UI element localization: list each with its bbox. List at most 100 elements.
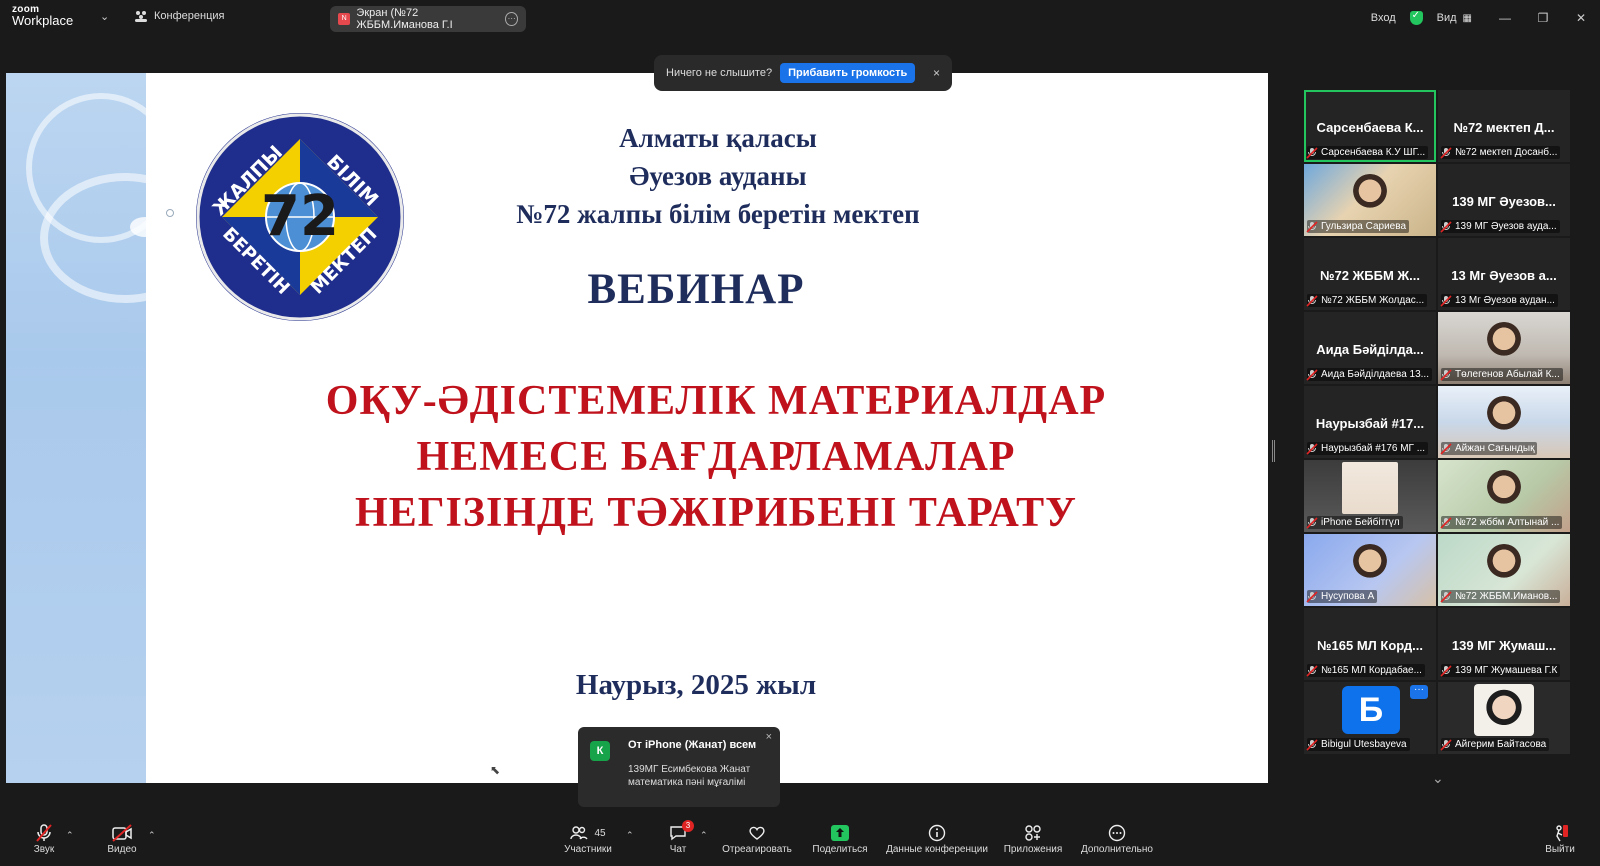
mic-muted-icon xyxy=(1306,294,1318,307)
title-bar: zoom Workplace ⌄ Конференция N Экран (№7… xyxy=(0,0,1600,36)
participant-name: Сарсенбаева К... xyxy=(1316,120,1424,135)
apps-icon xyxy=(1000,822,1066,844)
mic-muted-icon xyxy=(1306,442,1318,455)
participant-tile[interactable]: Гульзира Сариева xyxy=(1304,164,1436,236)
close-icon[interactable]: ✕ xyxy=(1562,11,1600,25)
participant-tile[interactable]: 13 Мг Әуезов а... 13 Мг Әуезов аудан... xyxy=(1438,238,1570,310)
participant-name: Наурызбай #17... xyxy=(1315,416,1425,431)
chat-options-icon[interactable]: ⌃ xyxy=(700,830,708,841)
participant-tile[interactable]: 139 МГ Жумаш... 139 МГ Жумашева Г.К xyxy=(1438,608,1570,680)
chat-button[interactable]: 3 Чат xyxy=(660,820,696,855)
participant-tile[interactable]: Аида Бәйділда... Аида Бәйділдаева 13... xyxy=(1304,312,1436,384)
slide-main-title: ОҚУ-ӘДІСТЕМЕЛІК МАТЕРИАЛДАР НЕМЕСЕ БАҒДА… xyxy=(246,373,1186,541)
audio-label: Звук xyxy=(33,844,55,855)
participant-name: 139 МГ Жумаш... xyxy=(1451,638,1557,653)
participant-name: 139 МГ Әуезов... xyxy=(1452,194,1556,209)
participant-video xyxy=(1474,684,1534,736)
audio-notice-text: Ничего не слышите? xyxy=(666,67,773,79)
participant-tile[interactable]: 139 МГ Әуезов... 139 МГ Әуезов ауда... xyxy=(1438,164,1570,236)
participant-video xyxy=(1484,470,1524,518)
restore-icon[interactable]: ❐ xyxy=(1524,11,1562,25)
participant-tile[interactable]: iPhone Бейбітгүл xyxy=(1304,460,1436,532)
more-button[interactable]: Дополнительно xyxy=(1076,822,1158,855)
video-options-icon[interactable]: ⌃ xyxy=(148,830,156,841)
slide-line3: №72 жалпы білім беретін мектеп xyxy=(516,199,920,229)
participant-name: №165 МЛ Корд... xyxy=(1317,638,1423,653)
participants-button[interactable]: 45 Участники xyxy=(556,822,620,855)
video-label: Видео xyxy=(107,844,137,855)
chat-label: Чат xyxy=(669,844,687,855)
video-off-icon xyxy=(100,822,144,844)
mic-muted-icon xyxy=(1440,516,1452,529)
conference-label: Конференция xyxy=(154,10,225,22)
screen-share-label: Экран (№72 ЖББМ.Иманова Г.I xyxy=(356,7,453,31)
participant-name: №72 мектеп Д... xyxy=(1453,120,1555,135)
participant-label: №72 мектеп Досанб... xyxy=(1441,146,1561,159)
chevron-down-icon[interactable]: ⌄ xyxy=(1432,770,1444,787)
mic-muted-icon xyxy=(1306,220,1318,233)
participant-video xyxy=(1484,544,1524,592)
participant-label: №72 ЖББМ Жолдас... xyxy=(1307,294,1428,307)
minimize-icon[interactable]: — xyxy=(1486,11,1524,25)
participant-tile[interactable]: №72 мектеп Д... №72 мектеп Досанб... xyxy=(1438,90,1570,162)
slide-red-line1: ОҚУ-ӘДІСТЕМЕЛІК МАТЕРИАЛДАР xyxy=(325,378,1107,424)
school-emblem: 72 ЖАЛПЫ БІЛІМ БЕРЕТІН МЕКТЕП xyxy=(196,113,404,321)
more-options-icon[interactable]: ··· xyxy=(1410,685,1428,699)
participant-tile[interactable]: Б ··· Bibigul Utesbayeva xyxy=(1304,682,1436,754)
conference-button[interactable]: Конференция xyxy=(134,10,224,22)
leave-label: Выйти xyxy=(1545,844,1575,855)
video-button[interactable]: Видео xyxy=(100,822,144,855)
leave-icon xyxy=(1540,822,1580,844)
participant-tile[interactable]: №165 МЛ Корд... №165 МЛ Кордабае... xyxy=(1304,608,1436,680)
audio-button[interactable]: Звук xyxy=(24,822,64,855)
view-button[interactable]: Вид ▦ xyxy=(1437,12,1472,24)
conference-icon xyxy=(135,11,147,22)
participant-video xyxy=(1350,544,1390,592)
participant-tile[interactable]: Айжан Сағындық xyxy=(1438,386,1570,458)
apps-label: Приложения xyxy=(1003,844,1063,855)
participant-tile[interactable]: Нусупова А xyxy=(1304,534,1436,606)
participant-name: Аида Бәйділда... xyxy=(1316,342,1424,357)
chevron-down-icon[interactable]: ⌄ xyxy=(100,10,109,23)
react-label: Отреагировать xyxy=(722,844,792,855)
participant-name: №72 ЖББМ Ж... xyxy=(1319,268,1421,283)
chat-unread-badge: 3 xyxy=(682,820,694,832)
participant-video xyxy=(1350,174,1390,222)
mic-muted-icon xyxy=(1440,442,1452,455)
leave-button[interactable]: Выйти xyxy=(1540,822,1580,855)
panel-resize-handle[interactable] xyxy=(1272,440,1275,462)
close-icon[interactable]: × xyxy=(933,66,940,80)
share-button[interactable]: Поделиться xyxy=(808,822,872,855)
mic-muted-icon xyxy=(1306,516,1318,529)
participants-icon: 45 xyxy=(556,822,620,844)
audio-options-icon[interactable]: ⌃ xyxy=(66,830,74,841)
screen-share-pill[interactable]: N Экран (№72 ЖББМ.Иманова Г.I ··· xyxy=(330,6,526,32)
participants-options-icon[interactable]: ⌃ xyxy=(626,830,634,841)
mic-muted-icon xyxy=(1440,220,1452,233)
apps-button[interactable]: Приложения xyxy=(1000,822,1066,855)
participant-tile[interactable]: №72 ЖББМ Ж... №72 ЖББМ Жолдас... xyxy=(1304,238,1436,310)
participant-tile[interactable]: №72 ЖББМ.Иманов... xyxy=(1438,534,1570,606)
more-options-icon[interactable]: ··· xyxy=(505,12,518,26)
shield-icon xyxy=(1409,10,1423,25)
chat-notification[interactable]: К От iPhone (Жанат) всем 139МГ Есимбеков… xyxy=(578,727,780,807)
increase-volume-button[interactable]: Прибавить громкость xyxy=(780,63,916,83)
close-icon[interactable]: × xyxy=(766,731,772,743)
mic-muted-icon xyxy=(1306,590,1318,603)
view-label: Вид xyxy=(1436,12,1457,24)
participant-tile[interactable]: Айгерим Байтасова xyxy=(1438,682,1570,754)
security-shield-icon[interactable] xyxy=(1409,10,1423,25)
mic-muted-icon xyxy=(1440,146,1452,159)
participant-tile[interactable]: Төлегенов Абылай К... xyxy=(1438,312,1570,384)
grid-icon: ▦ xyxy=(1462,12,1472,24)
logo-line2: Workplace xyxy=(12,13,74,28)
meeting-toolbar: Звук ⌃ Видео ⌃ 45 Участники ⌃ 3 Чат ⌃ От… xyxy=(0,818,1600,866)
react-button[interactable]: Отреагировать xyxy=(718,822,796,855)
participant-tile[interactable]: Сарсенбаева К... Сарсенбаева К.У ШГ... xyxy=(1304,90,1436,162)
more-label: Дополнительно xyxy=(1081,844,1153,855)
meeting-info-button[interactable]: Данные конференции xyxy=(884,822,990,855)
participant-tile[interactable]: №72 жббм Алтынай ... xyxy=(1438,460,1570,532)
participant-tile[interactable]: Наурызбай #17... Наурызбай #176 МГ ... xyxy=(1304,386,1436,458)
sign-in-button[interactable]: Вход xyxy=(1371,12,1396,24)
shared-slide: 72 ЖАЛПЫ БІЛІМ БЕРЕТІН МЕКТЕП Алматы қал… xyxy=(6,73,1268,783)
